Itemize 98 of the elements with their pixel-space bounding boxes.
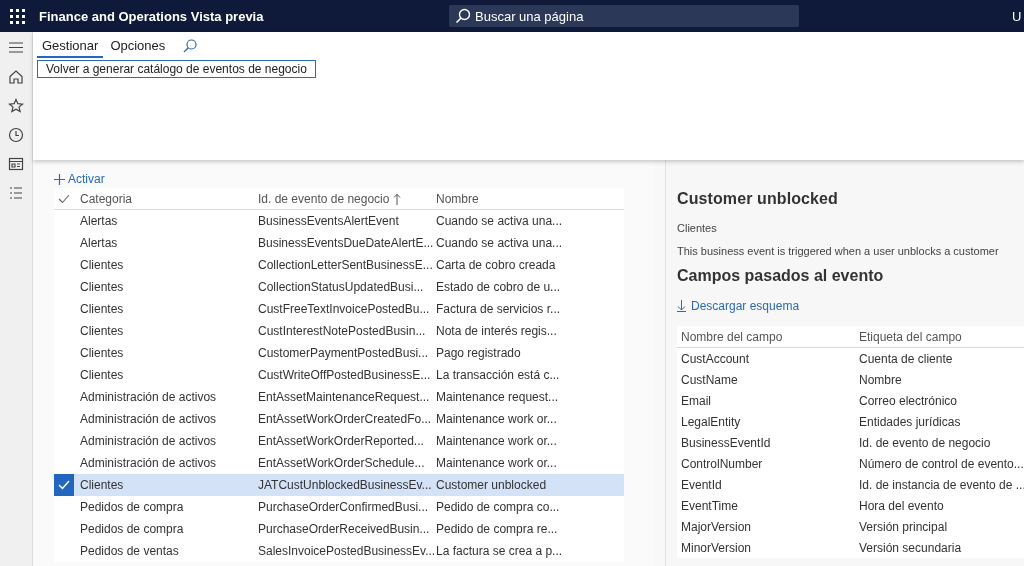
event-id-cell: SalesInvoicePostedBusinessEv... [258, 544, 436, 558]
event-id-cell: BusinessEventsAlertEvent [258, 214, 399, 228]
event-name-cell: Estado de cobro de u... [436, 280, 561, 294]
category-cell: Clientes [80, 346, 124, 360]
event-name-cell: Pedido de compra re... [436, 522, 558, 536]
field-label-cell: Número de control de evento... [859, 456, 1024, 471]
category-cell: Administración de activos [80, 456, 217, 470]
field-label-cell: Versión secundaria [859, 540, 962, 555]
event-id-cell: CollectionLetterSentBusinessE... [258, 258, 433, 272]
field-name-cell: EventId [681, 477, 722, 492]
field-label-cell: Correo electrónico [859, 393, 958, 408]
category-cell: Administración de activos [80, 412, 217, 426]
event-name-cell: Pago registrado [436, 346, 521, 360]
column-header[interactable]: Categoria [80, 191, 133, 206]
column-header[interactable]: Nombre [436, 191, 479, 206]
event-id-cell: EntAssetWorkOrderSchedule... [258, 456, 425, 470]
field-label-cell: Nombre [859, 372, 902, 387]
event-name-cell: Customer unblocked [436, 478, 547, 492]
event-category: Clientes [677, 222, 718, 234]
category-cell: Clientes [80, 302, 124, 316]
event-id-cell: EntAssetWorkOrderReported... [258, 434, 424, 448]
column-header[interactable]: Nombre del campo [681, 329, 783, 344]
event-name-cell: Nota de interés regis... [436, 324, 557, 338]
field-label-cell: Id. de instancia de evento de ... [859, 477, 1024, 492]
category-cell: Administración de activos [80, 434, 217, 448]
event-name-cell: Carta de cobro creada [436, 258, 556, 272]
event-name-cell: Maintenance work or... [436, 434, 557, 448]
event-id-cell: CustWriteOffPostedBusinessE... [258, 368, 431, 382]
category-cell: Administración de activos [80, 390, 217, 404]
field-name-cell: ControlNumber [681, 456, 763, 471]
event-id-cell: JATCustUnblockedBusinessEv... [258, 478, 432, 492]
field-label-cell: Versión principal [859, 519, 948, 534]
download-icon [677, 300, 686, 312]
event-id-cell: BusinessEventsDueDateAlertE... [258, 236, 434, 250]
event-id-cell: PurchaseOrderConfirmedBusi... [258, 500, 429, 514]
app-launcher-icon[interactable] [10, 8, 25, 24]
column-header[interactable]: Etiqueta del campo [859, 329, 962, 344]
event-name-cell: Pedido de compra co... [436, 500, 560, 514]
field-name-cell: CustName [681, 372, 738, 387]
search-field[interactable]: Buscar una página [449, 5, 799, 27]
event-id-cell: EntAssetWorkOrderCreatedFo... [258, 412, 432, 426]
event-name-cell: Cuando se activa una... [436, 214, 563, 228]
event-id-cell: CustInterestNotePostedBusin... [258, 324, 426, 338]
field-label-cell: Entidades jurídicas [859, 414, 961, 429]
menu-icon[interactable] [8, 40, 24, 56]
workspace-icon[interactable] [8, 156, 24, 172]
event-name-cell: Maintenance work or... [436, 412, 557, 426]
field-label-cell: Id. de evento de negocio [859, 435, 991, 450]
field-name-cell: CustAccount [681, 351, 750, 366]
event-title: Customer unblocked [677, 190, 839, 208]
event-name-cell: Maintenance work or... [436, 456, 557, 470]
ribbon-action-button[interactable]: Volver a generar catálogo de eventos de negocio [37, 60, 316, 78]
event-description: This business event is triggered when a user unblocks a customer [677, 245, 1000, 257]
category-cell: Clientes [80, 258, 124, 272]
event-name-cell: Cuando se activa una... [436, 236, 563, 250]
event-name-cell: La factura se crea a p... [436, 544, 563, 558]
event-name-cell: La transacción está c... [436, 368, 560, 382]
event-name-cell: Maintenance request... [436, 390, 559, 404]
category-cell: Clientes [80, 478, 124, 492]
search-icon [455, 8, 471, 24]
star-icon[interactable] [8, 98, 24, 114]
checkmark-icon[interactable] [58, 194, 70, 205]
event-id-cell: EntAssetMaintenanceRequest... [258, 390, 430, 404]
field-name-cell: BusinessEventId [681, 435, 771, 450]
field-name-cell: Email [681, 393, 711, 408]
category-cell: Clientes [80, 280, 124, 294]
category-cell: Clientes [80, 324, 124, 338]
activate-button[interactable]: Activar [54, 172, 105, 186]
event-id-cell: CollectionStatusUpdatedBusi... [258, 280, 424, 294]
app-title: Finance and Operations Vista previa [39, 8, 265, 24]
checkmark-icon [58, 480, 70, 490]
clock-icon[interactable] [8, 127, 24, 143]
category-cell: Pedidos de compra [80, 522, 184, 536]
ribbon-tab[interactable]: Opciones [105, 34, 171, 58]
plus-icon [54, 173, 65, 185]
ribbon-tab[interactable]: Gestionar [37, 34, 104, 58]
field-label-cell: Hora del evento [859, 498, 944, 513]
search-icon[interactable] [182, 38, 199, 54]
row-select-checkbox[interactable] [54, 474, 74, 496]
download-schema-link[interactable]: Descargar esquema [677, 299, 1024, 313]
field-name-cell: EventTime [681, 498, 738, 513]
home-icon[interactable] [8, 69, 24, 85]
field-name-cell: MajorVersion [681, 519, 752, 534]
user-initial[interactable]: U [1012, 8, 1024, 24]
section-heading: Campos pasados al evento [677, 267, 885, 285]
field-name-cell: MinorVersion [681, 540, 752, 555]
field-label-cell: Cuenta de cliente [859, 351, 953, 366]
event-id-cell: CustFreeTextInvoicePostedBu... [258, 302, 430, 316]
column-header[interactable]: Id. de evento de negocio [258, 191, 390, 206]
event-name-cell: Factura de servicios r... [436, 302, 561, 316]
category-cell: Clientes [80, 368, 124, 382]
field-name-cell: LegalEntity [681, 414, 741, 429]
category-cell: Alertas [80, 236, 118, 250]
category-cell: Pedidos de ventas [80, 544, 179, 558]
category-cell: Pedidos de compra [80, 500, 184, 514]
event-id-cell: PurchaseOrderReceivedBusin... [258, 522, 430, 536]
event-id-cell: CustomerPaymentPostedBusi... [258, 346, 429, 360]
category-cell: Alertas [80, 214, 118, 228]
